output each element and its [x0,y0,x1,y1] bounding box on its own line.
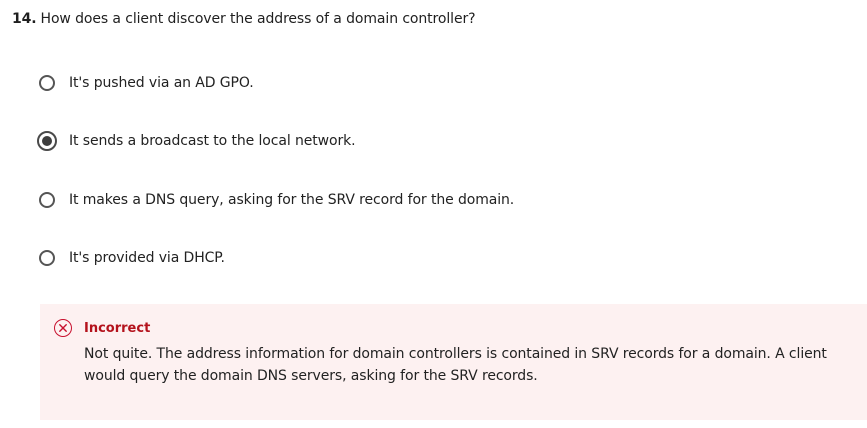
radio-button-unchecked[interactable] [39,250,55,266]
radio-button-checked[interactable] [37,131,57,151]
radio-button-unchecked[interactable] [39,192,55,208]
answer-option-label: It makes a DNS query, asking for the SRV… [69,192,515,208]
answer-option-label: It's pushed via an AD GPO. [69,75,254,91]
feedback-panel: Incorrect Not quite. The address informa… [40,304,867,420]
feedback-header: Incorrect [54,319,150,337]
question-heading: 14. How does a client discover the addres… [12,11,476,27]
question-number: 14. [12,11,37,27]
radio-button-unchecked[interactable] [39,75,55,91]
answer-option-1[interactable]: It's pushed via an AD GPO. [39,73,254,93]
close-circle-icon [54,319,72,337]
answer-option-4[interactable]: It's provided via DHCP. [39,248,225,268]
answer-option-3[interactable]: It makes a DNS query, asking for the SRV… [39,190,514,210]
answer-option-2[interactable]: It sends a broadcast to the local networ… [37,131,356,151]
feedback-message: Not quite. The address information for d… [84,346,827,384]
question-text: How does a client discover the address o… [40,11,476,27]
feedback-status: Incorrect [84,320,151,336]
answer-option-label: It sends a broadcast to the local networ… [69,133,356,149]
answer-option-label: It's provided via DHCP. [69,250,225,266]
